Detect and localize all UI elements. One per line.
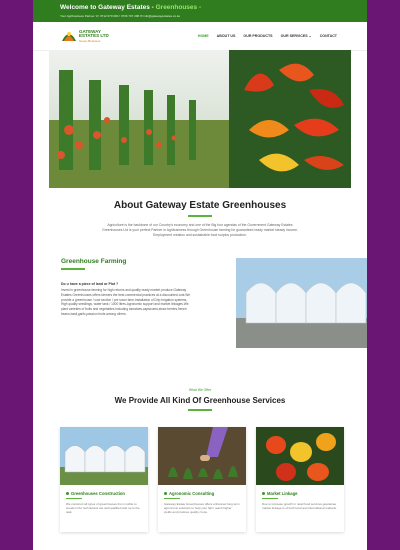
greenhouse-image xyxy=(236,258,367,348)
logo-line1: GATEWAY ESTATES LTD xyxy=(79,28,109,38)
bullet-icon xyxy=(262,492,265,495)
card-divider xyxy=(262,498,278,499)
site-logo[interactable]: GATEWAY ESTATES LTD Green Business xyxy=(61,26,109,46)
service-card-construction[interactable]: Greenhouses Construction We construct al… xyxy=(60,427,148,532)
farming-text: Invest in greenhouse farming for high re… xyxy=(61,288,191,316)
logo-icon xyxy=(61,29,77,43)
main-nav: HOME ABOUT US OUR PRODUCTS OUR SERVICES … xyxy=(198,34,337,38)
offer-title: We Provide All Kind Of Greenhouse Servic… xyxy=(114,396,286,405)
service-text: Gateway Estate Greenhouses offers enhanc… xyxy=(164,502,240,515)
bullet-icon xyxy=(66,492,69,495)
farming-section: Greenhouse Farming Do u have a piece of … xyxy=(61,258,191,317)
logo-line2: Green Business xyxy=(79,38,101,43)
contact-info: Your Agribusiness Partner ☏ 0712 070 000… xyxy=(60,14,181,18)
farming-question: Do u have a piece of land or Plot ? xyxy=(61,282,119,286)
nav-contact[interactable]: CONTACT xyxy=(320,34,337,38)
about-text: Agriculture is the backbone of our Count… xyxy=(102,223,298,238)
nav-products[interactable]: OUR PRODUCTS xyxy=(243,34,272,38)
service-card-agronomic[interactable]: Agronomic Consulting Gateway Estate Gree… xyxy=(158,427,246,532)
nav-home[interactable]: HOME xyxy=(198,34,209,38)
nav-about[interactable]: ABOUT US xyxy=(217,34,236,38)
welcome-title: Welcome to Gateway Estates - Greenhouses… xyxy=(60,4,201,11)
service-text: Due to increase growth in retail food se… xyxy=(262,502,337,511)
service-title: Greenhouses Construction xyxy=(71,491,125,496)
service-card-market[interactable]: Market Linkage Due to increase growth in… xyxy=(256,427,344,532)
page-frame: Welcome to Gateway Estates - Greenhouses… xyxy=(33,0,367,550)
about-section: About Gateway Estate Greenhouses Agricul… xyxy=(33,200,367,238)
site-header: GATEWAY ESTATES LTD Green Business HOME … xyxy=(33,22,367,51)
bullet-icon xyxy=(164,492,167,495)
offer-divider xyxy=(188,409,212,411)
agronomic-image xyxy=(158,427,246,485)
card-divider xyxy=(164,498,180,499)
offer-label: What We Offer xyxy=(188,388,212,392)
nav-services[interactable]: OUR SERVICES ⌄ xyxy=(281,34,312,38)
construction-image xyxy=(60,427,148,485)
hero-image xyxy=(49,50,351,188)
services-cards: Greenhouses Construction We construct al… xyxy=(60,427,350,537)
welcome-title-main: Welcome to Gateway Estates - xyxy=(60,4,156,11)
service-title: Agronomic Consulting xyxy=(169,491,215,496)
farming-divider xyxy=(61,268,85,270)
card-divider xyxy=(66,498,82,499)
top-bar: Welcome to Gateway Estates - Greenhouses… xyxy=(33,0,367,22)
offer-section: What We Offer We Provide All Kind Of Gre… xyxy=(33,388,367,411)
farming-title: Greenhouse Farming xyxy=(61,258,127,265)
about-title: About Gateway Estate Greenhouses xyxy=(113,200,287,211)
about-divider xyxy=(188,215,212,217)
service-text: We construct all types of greenhouses fr… xyxy=(66,502,140,515)
market-image xyxy=(256,427,344,485)
service-title: Market Linkage xyxy=(267,491,298,496)
welcome-title-accent: Greenhouses - xyxy=(155,4,202,11)
